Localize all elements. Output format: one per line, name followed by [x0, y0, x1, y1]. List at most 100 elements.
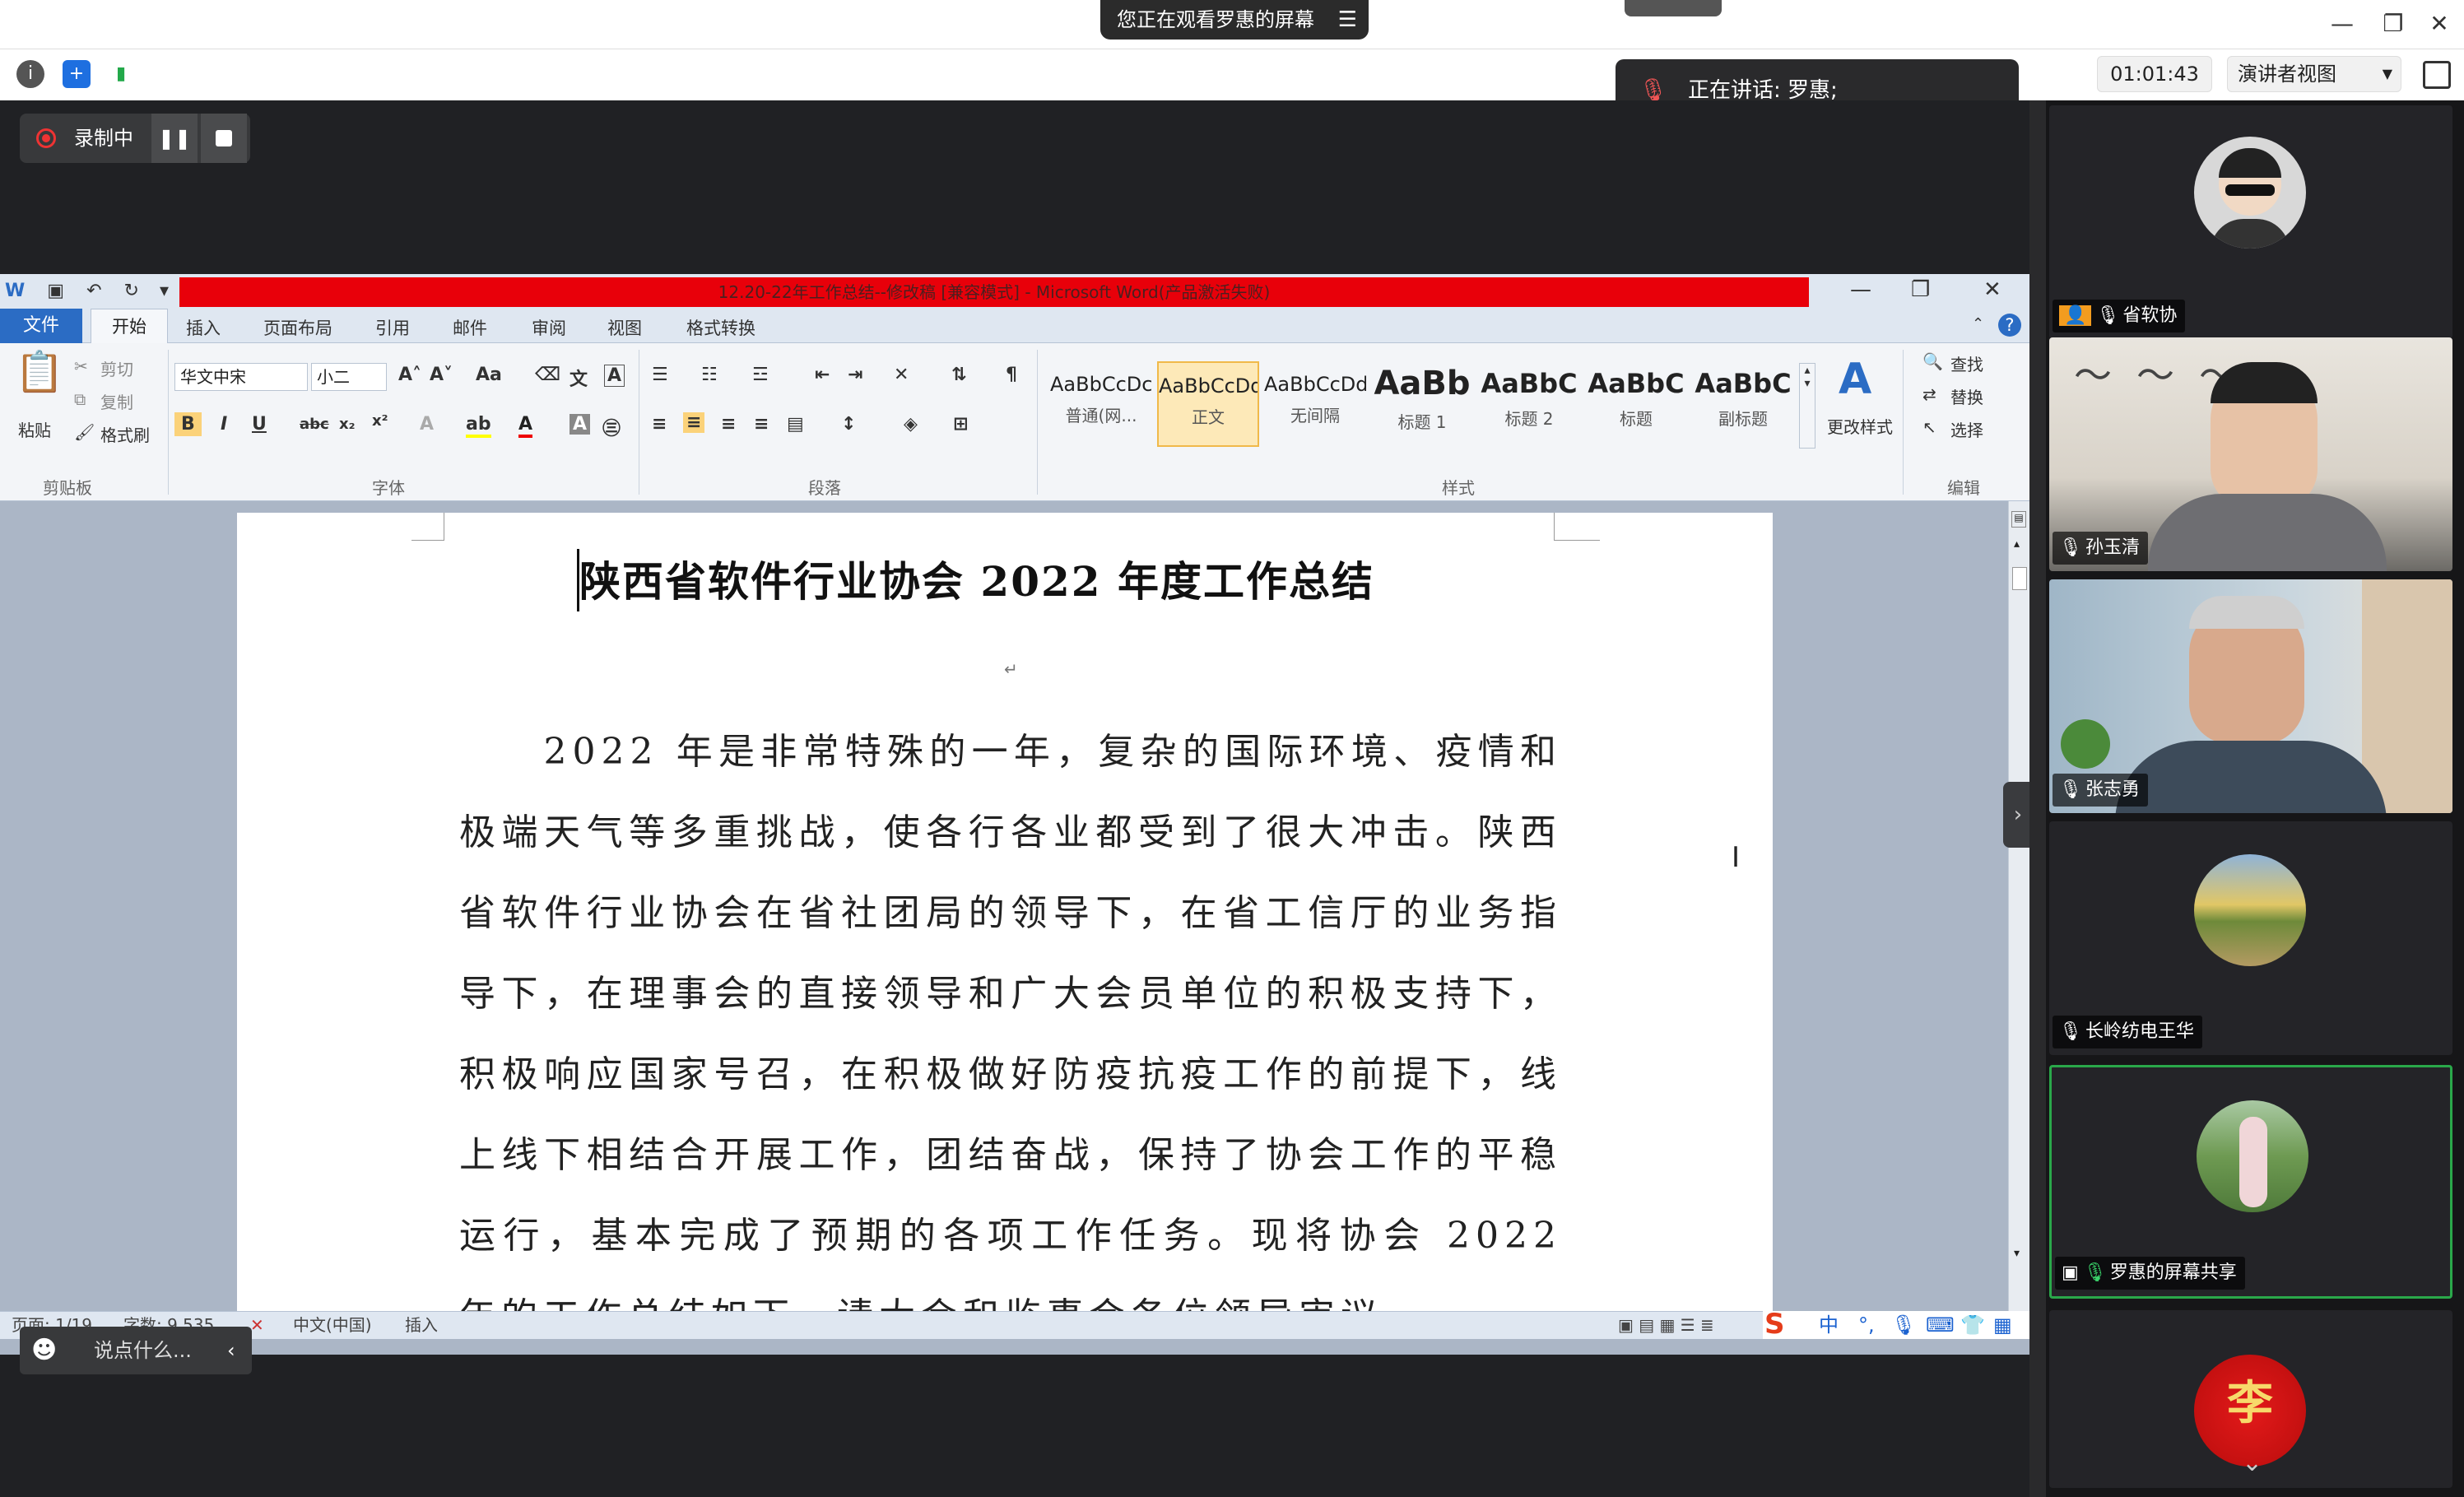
increase-indent-icon[interactable]: ⇥: [848, 365, 862, 385]
chinese-layout-icon[interactable]: ✕: [894, 365, 909, 385]
style-heading-2[interactable]: AaBbC 标题 2: [1478, 361, 1580, 447]
redo-icon[interactable]: ↻: [124, 281, 139, 301]
menu-icon[interactable]: ☰: [1338, 0, 1357, 40]
tab-view[interactable]: 视图: [607, 315, 642, 340]
fullscreen-icon[interactable]: [2423, 61, 2451, 89]
tab-format-convert[interactable]: 格式转换: [686, 315, 755, 340]
voice-icon[interactable]: 🎙: [1891, 1311, 1916, 1339]
change-styles-icon[interactable]: A: [1839, 355, 1871, 404]
justify-icon[interactable]: ≡: [754, 414, 769, 435]
chevron-left-icon[interactable]: ‹: [227, 1327, 235, 1374]
word-close-button[interactable]: ✕: [1983, 277, 2001, 302]
change-styles-button[interactable]: 更改样式: [1827, 414, 1893, 438]
distribute-icon[interactable]: ▤: [787, 414, 804, 435]
save-icon[interactable]: ▣: [47, 281, 64, 301]
subscript-icon[interactable]: x₂: [339, 416, 356, 433]
tab-review[interactable]: 审阅: [532, 315, 566, 340]
tab-home[interactable]: 开始: [91, 309, 168, 345]
chat-input-bar[interactable]: ☻ 说点什么... ‹: [20, 1327, 252, 1374]
enclose-char-icon[interactable]: ㊂: [602, 414, 621, 440]
chevron-down-icon[interactable]: ⌄: [2242, 1448, 2262, 1477]
pause-recording-button[interactable]: ❚❚: [151, 114, 198, 163]
paste-icon[interactable]: 📋: [15, 348, 64, 395]
shading-icon[interactable]: ◈: [904, 414, 918, 435]
line-spacing-icon[interactable]: ↕: [841, 414, 856, 435]
copy-icon[interactable]: ⧉: [74, 389, 86, 409]
collapse-ribbon-icon[interactable]: ⌃: [1972, 315, 1984, 332]
punctuation-icon[interactable]: °,: [1858, 1311, 1875, 1339]
scroll-up-icon[interactable]: ▴: [2014, 537, 2020, 551]
toolbox-icon[interactable]: ▦: [1993, 1311, 2012, 1339]
show-marks-icon[interactable]: ¶: [1006, 365, 1017, 385]
stop-recording-button[interactable]: [201, 114, 247, 163]
ime-mode[interactable]: 中: [1819, 1311, 1839, 1339]
replace-button[interactable]: 替换: [1950, 384, 1983, 408]
scroll-thumb[interactable]: [2012, 567, 2027, 590]
view-buttons[interactable]: ▣ ▤ ▦ ☰ ≣: [1618, 1312, 1714, 1338]
participant-tile[interactable]: 🎙 长岭纺电王华: [2049, 821, 2452, 1055]
multilevel-list-icon[interactable]: ☲: [752, 365, 769, 385]
bold-icon[interactable]: B: [174, 412, 202, 436]
ruler-toggle-icon[interactable]: ▤: [2011, 511, 2026, 528]
participant-tile-active[interactable]: ▣ 🎙 罗惠的屏幕共享: [2049, 1065, 2452, 1299]
skin-icon[interactable]: 👕: [1960, 1311, 1985, 1339]
help-icon[interactable]: ?: [1998, 314, 2021, 337]
align-right-icon[interactable]: ≡: [721, 414, 736, 435]
font-size-select[interactable]: 小二: [311, 363, 387, 391]
highlight-icon[interactable]: ab: [466, 414, 491, 438]
screen-share-banner[interactable]: 您正在观看罗惠的屏幕 ☰: [1100, 0, 1369, 40]
word-restore-button[interactable]: ❐: [1911, 277, 1930, 302]
tab-page-layout[interactable]: 页面布局: [263, 315, 332, 340]
align-left-icon[interactable]: ≡: [652, 414, 667, 435]
decrease-indent-icon[interactable]: ⇤: [815, 365, 830, 385]
style-subtitle[interactable]: AaBbC 副标题: [1692, 361, 1794, 447]
document-heading[interactable]: 陕西省软件行业协会 2022 年度工作总结: [579, 549, 1567, 608]
document-page[interactable]: 陕西省软件行业协会 2022 年度工作总结 ↵ 2022 年是非常特殊的一年，复…: [237, 513, 1773, 1337]
style-normal-web[interactable]: AaBbCcDc 普通(网...: [1050, 361, 1152, 447]
italic-icon[interactable]: I: [221, 414, 227, 435]
superscript-icon[interactable]: x²: [372, 412, 388, 430]
panel-divider[interactable]: [2029, 100, 2046, 1497]
minimize-button[interactable]: —: [2326, 10, 2359, 37]
participant-tile[interactable]: 🎙 张志勇: [2049, 579, 2452, 813]
tab-file[interactable]: 文件: [0, 309, 82, 343]
participant-tile[interactable]: 👤 🎙 省软协: [2049, 105, 2452, 339]
grow-font-icon[interactable]: A˄: [398, 365, 421, 385]
format-painter-button[interactable]: 格式刷: [100, 422, 150, 446]
select-icon[interactable]: ↖: [1922, 417, 1936, 437]
ime-toolbar[interactable]: S 中 °, 🎙 ⌨ 👕 ▦: [1763, 1310, 2029, 1339]
format-painter-icon[interactable]: 🖌: [74, 422, 95, 442]
align-center-icon[interactable]: ≡: [683, 412, 705, 433]
font-name-select[interactable]: 华文中宋: [174, 363, 308, 391]
style-body[interactable]: AaBbCcDd 正文: [1157, 361, 1259, 447]
close-button[interactable]: ✕: [2423, 10, 2456, 37]
style-title[interactable]: AaBbC 标题: [1585, 361, 1687, 447]
sort-icon[interactable]: ⇅: [951, 365, 966, 385]
underline-icon[interactable]: U: [252, 414, 267, 435]
drag-handle[interactable]: [1625, 0, 1722, 16]
participant-tile[interactable]: 〜〜〜 🎙 孙玉清: [2049, 337, 2452, 571]
styles-scroll[interactable]: ▴ ▾: [1799, 363, 1815, 449]
copy-button[interactable]: 复制: [100, 389, 133, 413]
scroll-down-icon[interactable]: ▾: [2014, 1247, 2020, 1260]
keyboard-icon[interactable]: ⌨: [1926, 1311, 1955, 1339]
word-minimize-button[interactable]: —: [1850, 277, 1871, 302]
language[interactable]: 中文(中国): [293, 1312, 372, 1338]
paste-button[interactable]: 粘贴: [18, 417, 51, 441]
undo-icon[interactable]: ↶: [86, 281, 101, 301]
document-body[interactable]: 2022 年是非常特殊的一年，复杂的国际环境、疫情和极端天气等多重挑战，使各行各…: [459, 712, 1562, 1355]
tab-references[interactable]: 引用: [375, 315, 410, 340]
style-heading-1[interactable]: AaBb 标题 1: [1371, 361, 1473, 447]
find-icon[interactable]: 🔍: [1922, 351, 1943, 371]
replace-icon[interactable]: ⇄: [1922, 384, 1936, 404]
signal-icon[interactable]: ▮: [107, 60, 135, 88]
cut-icon[interactable]: ✂: [74, 356, 88, 376]
strikethrough-icon[interactable]: abc: [300, 416, 329, 433]
style-no-spacing[interactable]: AaBbCcDd 无间隔: [1264, 361, 1366, 447]
emoji-icon[interactable]: ☻: [31, 1327, 57, 1374]
info-icon[interactable]: i: [16, 60, 44, 88]
numbering-icon[interactable]: ☷: [701, 365, 718, 385]
phonetic-guide-icon[interactable]: 文: [570, 365, 588, 391]
tab-mailings[interactable]: 邮件: [453, 315, 487, 340]
bullets-icon[interactable]: ☰: [652, 365, 668, 385]
